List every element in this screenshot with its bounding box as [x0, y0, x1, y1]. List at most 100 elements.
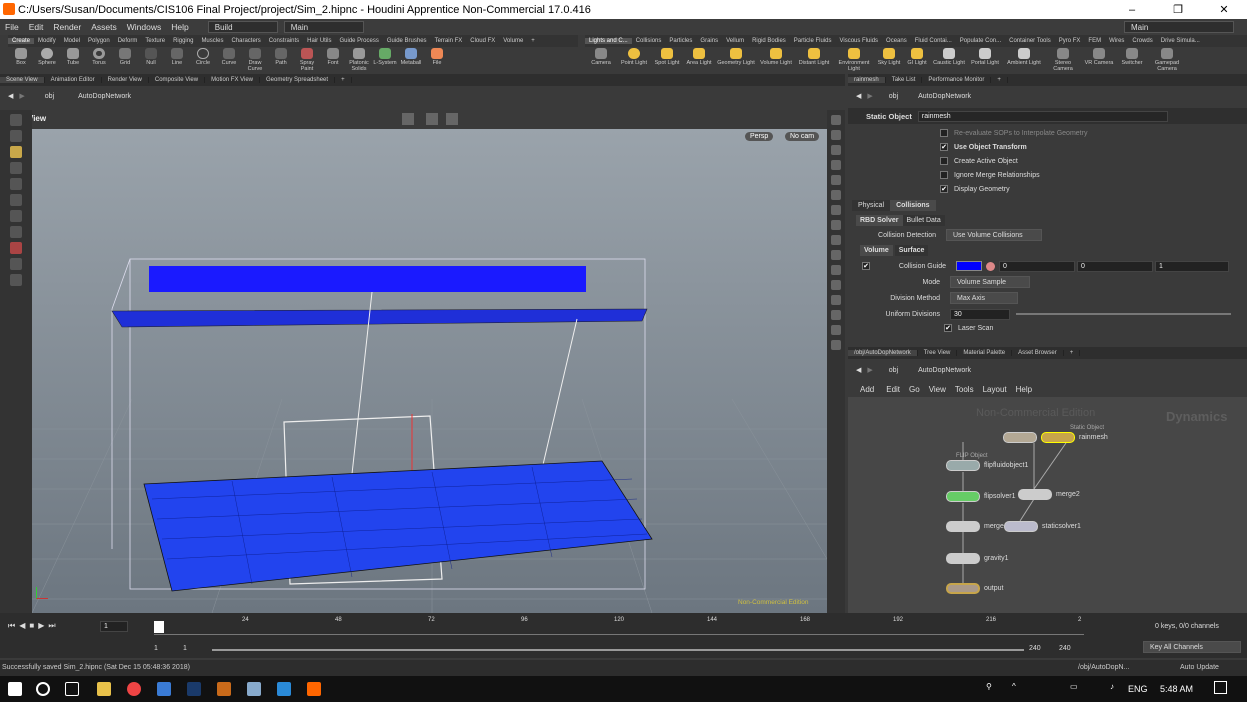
shelf-tab[interactable]: Cloud FX [466, 38, 499, 44]
network-path[interactable]: AutoDopNetwork [78, 93, 131, 100]
shelf-tab[interactable]: Wires [1105, 38, 1128, 44]
menu-render[interactable]: Render [48, 22, 86, 32]
pose-tool-icon[interactable] [10, 194, 22, 206]
area-light-tool[interactable]: Area Light [683, 47, 715, 66]
shelf-tab[interactable]: Deform [114, 38, 142, 44]
node-merge2[interactable]: merge2 [1018, 489, 1080, 500]
color-picker-icon[interactable] [986, 261, 995, 271]
shelf-tab[interactable]: Terrain FX [431, 38, 467, 44]
tab-collisions[interactable]: Collisions [890, 200, 936, 211]
jump-end-icon[interactable]: ⏭ [48, 621, 55, 631]
shelf-tab[interactable]: Particle Fluids [790, 38, 836, 44]
net-menu-tools[interactable]: Tools [955, 385, 974, 394]
network-path[interactable]: AutoDopNetwork [918, 367, 971, 374]
shelf-tab[interactable]: Grains [696, 38, 722, 44]
node-rainmesh[interactable]: rainmesh [1003, 432, 1108, 443]
shelf-tab[interactable]: Create [8, 38, 35, 44]
shelf-tab[interactable]: Collisions [632, 38, 666, 44]
shelf-tab[interactable]: Fluid Contai... [911, 38, 956, 44]
range-end[interactable]: 240 [1029, 645, 1041, 652]
range-start[interactable]: 1 [154, 645, 158, 652]
node-flipfluidobject1[interactable]: flipfluidobject1 [946, 460, 1028, 471]
snap-icon[interactable] [426, 113, 438, 125]
node-output[interactable]: output [946, 583, 1003, 594]
gamepad-camera-tool[interactable]: Gamepad Camera [1147, 47, 1187, 72]
ambient-light-tool[interactable]: Ambient Light [1003, 47, 1045, 66]
environment-light-tool[interactable]: Environment Light [833, 47, 875, 72]
primitive-display-icon[interactable] [831, 250, 841, 260]
network-icon[interactable]: ▭ [1070, 682, 1078, 691]
desktop-dropdown[interactable]: Build [207, 21, 278, 33]
scene-viewport[interactable]: Persp No cam Non-Commercial Edition [32, 129, 827, 613]
tab-geometry-spreadsheet[interactable]: Geometry Spreadsheet [260, 77, 336, 83]
move-tool-icon[interactable] [10, 130, 22, 142]
tab-rbd-solver[interactable]: RBD Solver [856, 215, 903, 226]
distant-light-tool[interactable]: Distant Light [795, 47, 833, 66]
snapshot-icon[interactable] [831, 340, 841, 350]
auto-update-menu[interactable]: Auto Update [1180, 664, 1219, 671]
collision-detection-menu[interactable]: Use Volume Collisions [946, 229, 1042, 241]
null-tool[interactable]: Null [138, 47, 164, 66]
path-tool[interactable]: Path [268, 47, 294, 66]
range-end2[interactable]: 240 [1059, 645, 1071, 652]
net-menu-edit[interactable]: Edit [886, 385, 900, 394]
tab-material-palette[interactable]: Material Palette [957, 350, 1013, 356]
tube-tool[interactable]: Tube [60, 47, 86, 66]
toggle-display-geometry[interactable]: ✔ Display Geometry [940, 182, 1247, 196]
switcher-tool[interactable]: Switcher [1117, 47, 1147, 66]
play-icon[interactable]: ▶ [38, 621, 44, 631]
snapping-icon[interactable] [10, 258, 22, 270]
select-tool-icon[interactable] [10, 114, 22, 126]
menu-file[interactable]: File [0, 22, 24, 32]
tab-tree-view[interactable]: Tree View [918, 350, 958, 356]
shelf-tab[interactable]: Texture [141, 38, 169, 44]
handle-tool-icon[interactable] [10, 178, 22, 190]
shelf-tab[interactable]: Lights and C... [585, 38, 632, 44]
uniform-divisions-slider[interactable] [1016, 313, 1231, 315]
maximize-button[interactable]: ❐ [1155, 0, 1201, 19]
shelf-tab[interactable]: Vellum [722, 38, 748, 44]
back-arrow-icon[interactable]: ◀ [8, 92, 13, 100]
camera-tool-icon[interactable] [10, 274, 22, 286]
menu-windows[interactable]: Windows [122, 22, 166, 32]
node-gravity1[interactable]: gravity1 [946, 553, 1009, 564]
file-explorer-icon[interactable] [97, 682, 111, 696]
volume-light-tool[interactable]: Volume Light [757, 47, 795, 66]
toggle-reevaluate[interactable]: Re-evaluate SOPs to Interpolate Geometry [940, 126, 1247, 140]
guide-b-field[interactable]: 1 [1155, 260, 1229, 272]
photoshop-icon[interactable] [187, 682, 201, 696]
paint-app-icon[interactable] [247, 682, 261, 696]
current-frame-field[interactable]: 1 [100, 621, 128, 632]
tab-render-view[interactable]: Render View [102, 77, 149, 83]
volume-icon[interactable]: ♪ [1110, 682, 1114, 691]
draw-curve-tool[interactable]: Draw Curve [242, 47, 268, 72]
render-region-icon[interactable] [10, 226, 22, 238]
key-all-channels-button[interactable]: Key All Channels [1143, 641, 1241, 653]
display-geometry-checkbox[interactable]: ✔ [940, 185, 948, 193]
right-workspace-dropdown[interactable]: Main [1124, 21, 1234, 33]
tab-motion-fx-view[interactable]: Motion FX View [205, 77, 261, 83]
uniform-divisions-field[interactable]: 30 [950, 308, 1010, 320]
camera-menu[interactable]: No cam [785, 132, 820, 141]
shelf-tab[interactable]: Constraints [265, 38, 303, 44]
sky-light-tool[interactable]: Sky Light [875, 47, 903, 66]
line-tool[interactable]: Line [164, 47, 190, 66]
range-start2[interactable]: 1 [183, 645, 187, 652]
stop-icon[interactable]: ■ [29, 621, 34, 631]
vertex-display-icon[interactable] [831, 235, 841, 245]
shelf-tab[interactable]: Muscles [197, 38, 227, 44]
tab-asset-browser[interactable]: Asset Browser [1012, 350, 1064, 356]
torus-tool[interactable]: Torus [86, 47, 112, 66]
point-display-icon[interactable] [831, 205, 841, 215]
node-staticsolver1[interactable]: staticsolver1 [1004, 521, 1081, 532]
shelf-tab[interactable]: Rigging [169, 38, 197, 44]
display-options-icon[interactable] [402, 113, 414, 125]
edge-icon[interactable] [277, 682, 291, 696]
curve-tool[interactable]: Curve [216, 47, 242, 66]
shelf-tab[interactable]: Particles [665, 38, 696, 44]
pin-icon[interactable] [831, 115, 841, 125]
tab-animation-editor[interactable]: Animation Editor [45, 77, 102, 83]
timeline-track[interactable]: 24 48 72 96 120 144 168 192 216 2 [154, 617, 1084, 635]
spray-paint-tool[interactable]: Spray Paint [294, 47, 320, 72]
workspace-dropdown[interactable]: Main [283, 21, 364, 33]
